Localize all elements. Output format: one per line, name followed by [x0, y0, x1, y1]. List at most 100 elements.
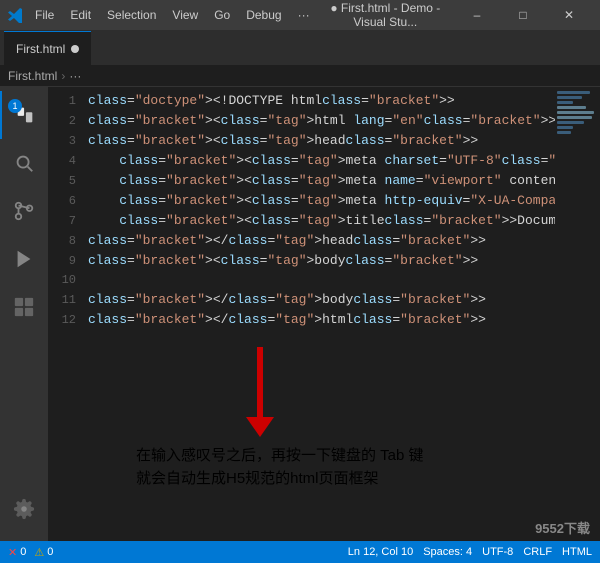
line-number: 5 — [48, 172, 88, 191]
minimize-button[interactable]: – — [454, 0, 500, 30]
line-number: 8 — [48, 232, 88, 251]
app-icon-area — [8, 7, 24, 23]
annotation-text: 在输入感叹号之后，再按一下键盘的 Tab 键 就会自动生成H5规范的html页面… — [136, 445, 424, 490]
menu-go[interactable]: Go — [207, 6, 237, 24]
code-line: 9class="bracket"><class="tag">bodyclass=… — [48, 251, 555, 271]
line-ending-info[interactable]: CRLF — [523, 546, 552, 558]
mini-line — [557, 96, 582, 99]
code-line: 4 class="bracket"><class="tag">meta char… — [48, 151, 555, 171]
line-number: 12 — [48, 311, 88, 330]
line-number: 3 — [48, 132, 88, 151]
language-info[interactable]: HTML — [562, 546, 592, 558]
mini-line — [557, 131, 571, 134]
code-line: 12class="bracket"></class="tag">htmlclas… — [48, 310, 555, 330]
explorer-button[interactable]: 1 — [0, 91, 48, 139]
main-area: 1 — [0, 87, 600, 541]
encoding-info[interactable]: UTF-8 — [482, 546, 513, 558]
line-number: 7 — [48, 212, 88, 231]
status-bar: ✕ 0 ⚠ 0 Ln 12, Col 10 Spaces: 4 UTF-8 CR… — [0, 541, 600, 563]
badge: 1 — [8, 99, 22, 113]
line-content: class="bracket"></class="tag">bodyclass=… — [88, 290, 486, 309]
line-number: 6 — [48, 192, 88, 211]
line-content: class="bracket"><class="tag">html lang="… — [88, 111, 555, 130]
error-icon: ✕ — [8, 546, 17, 559]
maximize-button[interactable]: □ — [500, 0, 546, 30]
line-content: class="bracket"><class="tag">meta charse… — [88, 151, 555, 170]
breadcrumb-file[interactable]: First.html — [8, 69, 57, 83]
status-left: ✕ 0 ⚠ 0 — [8, 546, 53, 559]
menu-view[interactable]: View — [165, 6, 205, 24]
line-number: 2 — [48, 112, 88, 131]
code-line: 6 class="bracket"><class="tag">meta http… — [48, 191, 555, 211]
line-content: class="bracket"><class="tag">bodyclass="… — [88, 251, 478, 270]
indent-info[interactable]: Spaces: 4 — [423, 546, 472, 558]
minimap-content — [555, 87, 600, 138]
error-number: 0 — [20, 546, 26, 558]
line-content: class="doctype"><!DOCTYPE htmlclass="bra… — [88, 91, 455, 110]
debug-button[interactable] — [0, 235, 48, 283]
annotation-overlay: 在输入感叹号之后，再按一下键盘的 Tab 键 就会自动生成H5规范的html页面… — [96, 347, 424, 490]
status-right: Ln 12, Col 10 Spaces: 4 UTF-8 CRLF HTML — [348, 546, 592, 558]
search-button[interactable] — [0, 139, 48, 187]
window-title: ● First.html - Demo - Visual Stu... — [317, 1, 454, 29]
menu-more[interactable]: ··· — [291, 6, 317, 24]
code-line: 7 class="bracket"><class="tag">titleclas… — [48, 211, 555, 231]
warning-count[interactable]: ⚠ 0 — [34, 546, 53, 559]
extensions-button[interactable] — [0, 283, 48, 331]
menu-debug[interactable]: Debug — [239, 6, 288, 24]
mini-line — [557, 116, 592, 119]
breadcrumb-more[interactable]: ··· — [69, 69, 81, 83]
vscode-logo — [8, 7, 24, 23]
activity-bar: 1 — [0, 87, 48, 541]
mini-line — [557, 111, 594, 114]
menu-edit[interactable]: Edit — [63, 6, 98, 24]
window-controls: – □ ✕ — [454, 0, 592, 30]
line-content: class="bracket"><class="tag">titleclass=… — [88, 211, 555, 230]
line-number: 4 — [48, 152, 88, 171]
line-content: class="bracket"><class="tag">headclass="… — [88, 131, 478, 150]
position-text: Ln 12, Col 10 — [348, 546, 413, 558]
line-number: 11 — [48, 291, 88, 310]
line-content: class="bracket"><class="tag">meta name="… — [88, 171, 555, 190]
settings-button[interactable] — [0, 485, 48, 533]
mini-line — [557, 126, 573, 129]
cursor-position[interactable]: Ln 12, Col 10 — [348, 546, 413, 558]
code-line: 8class="bracket"></class="tag">headclass… — [48, 231, 555, 251]
code-line: 5 class="bracket"><class="tag">meta name… — [48, 171, 555, 191]
editor-area[interactable]: 1class="doctype"><!DOCTYPE htmlclass="br… — [48, 87, 555, 541]
arrow-shaft — [257, 347, 263, 417]
tab-modified-dot — [71, 45, 79, 53]
line-number: 1 — [48, 92, 88, 111]
warning-number: 0 — [47, 546, 53, 558]
mini-line — [557, 101, 573, 104]
menu-selection[interactable]: Selection — [100, 6, 163, 24]
line-content: class="bracket"><class="tag">meta http-e… — [88, 191, 555, 210]
annotation-line2: 就会自动生成H5规范的html页面框架 — [136, 468, 424, 491]
menu-bar: File Edit Selection View Go Debug ··· — [28, 6, 317, 24]
line-content: class="bracket"></class="tag">headclass=… — [88, 231, 486, 250]
title-bar: File Edit Selection View Go Debug ··· ● … — [0, 0, 600, 30]
code-line: 1class="doctype"><!DOCTYPE htmlclass="br… — [48, 91, 555, 111]
code-line: 11class="bracket"></class="tag">bodyclas… — [48, 290, 555, 310]
tab-bar: First.html — [0, 30, 600, 65]
menu-file[interactable]: File — [28, 6, 61, 24]
language-text: HTML — [562, 546, 592, 558]
code-line: 10 — [48, 271, 555, 290]
line-ending-text: CRLF — [523, 546, 552, 558]
spaces-text: Spaces: 4 — [423, 546, 472, 558]
code-line: 2class="bracket"><class="tag">html lang=… — [48, 111, 555, 131]
arrow-head — [246, 417, 274, 437]
minimap — [555, 87, 600, 541]
mini-line — [557, 106, 586, 109]
line-content: class="bracket"></class="tag">htmlclass=… — [88, 310, 486, 329]
source-control-button[interactable] — [0, 187, 48, 235]
error-count[interactable]: ✕ 0 — [8, 546, 26, 559]
close-button[interactable]: ✕ — [546, 0, 592, 30]
code-line: 3class="bracket"><class="tag">headclass=… — [48, 131, 555, 151]
line-number: 10 — [48, 271, 88, 290]
mini-line — [557, 91, 590, 94]
warning-icon: ⚠ — [34, 546, 44, 559]
tab-first-html[interactable]: First.html — [4, 31, 91, 65]
tab-label: First.html — [16, 42, 65, 56]
mini-line — [557, 121, 584, 124]
